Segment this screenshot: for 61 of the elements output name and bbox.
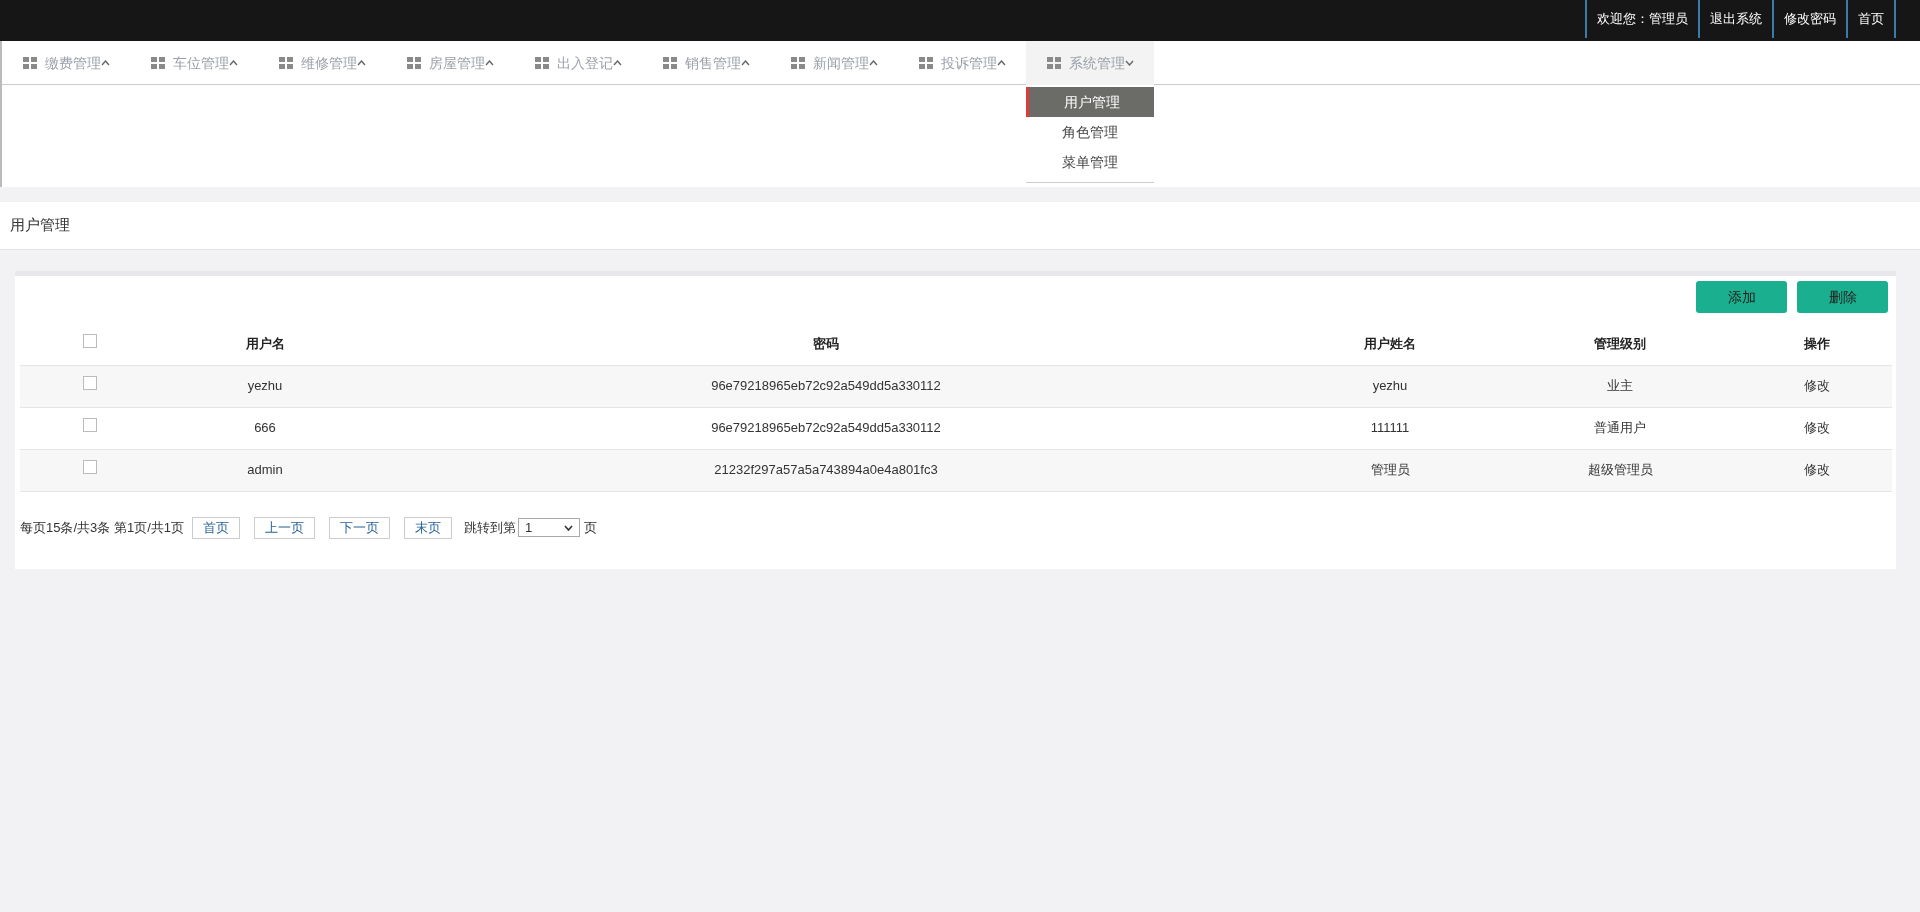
caret-up-icon (996, 60, 1006, 66)
column-header: 密码 (370, 323, 1282, 365)
top-bar-link[interactable]: 退出系统 (1698, 0, 1772, 38)
grid-icon (22, 57, 37, 69)
top-bar-link[interactable]: 欢迎您：管理员 (1585, 0, 1698, 38)
table-cell: 96e79218965eb72c92a549dd5a330112 (370, 407, 1282, 449)
dropdown-item[interactable]: 角色管理 (1026, 117, 1154, 147)
checkbox[interactable] (83, 460, 97, 475)
caret-up-icon (228, 60, 238, 66)
grid-icon (662, 57, 677, 69)
toolbar-button[interactable]: 删除 (1797, 281, 1888, 313)
table-cell: 业主 (1498, 365, 1742, 407)
grid-icon (150, 57, 165, 69)
pagination-summary: 每页15条/共3条 第1页/共1页 (20, 518, 184, 537)
grid-icon (534, 57, 549, 69)
table-cell: 超级管理员 (1498, 449, 1742, 491)
table-cell: yezhu (1282, 365, 1498, 407)
grid-icon (406, 57, 421, 69)
dropdown-item[interactable]: 用户管理 (1026, 87, 1154, 117)
edit-link[interactable]: 修改 (1742, 449, 1892, 491)
table-cell: 111111 (1282, 407, 1498, 449)
toolbar-button[interactable]: 添加 (1696, 281, 1787, 313)
caret-down-icon (1124, 60, 1134, 66)
caret-down-icon (564, 524, 573, 531)
pagination-link[interactable]: 上一页 (254, 516, 315, 539)
checkbox[interactable] (83, 418, 97, 433)
table-cell: 666 (160, 407, 370, 449)
caret-up-icon (868, 60, 878, 66)
grid-icon (278, 57, 293, 69)
jump-label: 跳转到第 (464, 518, 516, 537)
grid-icon (1046, 57, 1061, 69)
column-header: 管理级别 (1498, 323, 1742, 365)
caret-up-icon (100, 60, 110, 66)
checkbox[interactable] (83, 376, 97, 391)
jump-suffix: 页 (584, 518, 597, 537)
pagination-link[interactable]: 首页 (192, 516, 240, 539)
column-header: 用户姓名 (1282, 323, 1498, 365)
grid-icon (918, 57, 933, 69)
top-bar-link[interactable]: 首页 (1846, 0, 1896, 38)
pagination-link[interactable]: 末页 (404, 516, 452, 539)
table-cell: 96e79218965eb72c92a549dd5a330112 (370, 365, 1282, 407)
edit-link[interactable]: 修改 (1742, 407, 1892, 449)
pagination-link[interactable]: 下一页 (329, 516, 390, 539)
page-select[interactable]: 1 (518, 518, 580, 537)
table-cell: 普通用户 (1498, 407, 1742, 449)
dropdown-item[interactable]: 菜单管理 (1026, 147, 1154, 177)
table-cell: 管理员 (1282, 449, 1498, 491)
top-bar-link[interactable]: 修改密码 (1772, 0, 1846, 38)
column-header: 操作 (1742, 323, 1892, 365)
table-cell: admin (160, 449, 370, 491)
checkbox[interactable] (83, 334, 97, 348)
caret-up-icon (484, 60, 494, 66)
column-header: 用户名 (160, 323, 370, 365)
caret-up-icon (612, 60, 622, 66)
caret-up-icon (740, 60, 750, 66)
table-cell: 21232f297a57a5a743894a0e4a801fc3 (370, 449, 1282, 491)
grid-icon (790, 57, 805, 69)
edit-link[interactable]: 修改 (1742, 365, 1892, 407)
caret-up-icon (356, 60, 366, 66)
table-cell: yezhu (160, 365, 370, 407)
page-title: 用户管理 (10, 215, 70, 236)
